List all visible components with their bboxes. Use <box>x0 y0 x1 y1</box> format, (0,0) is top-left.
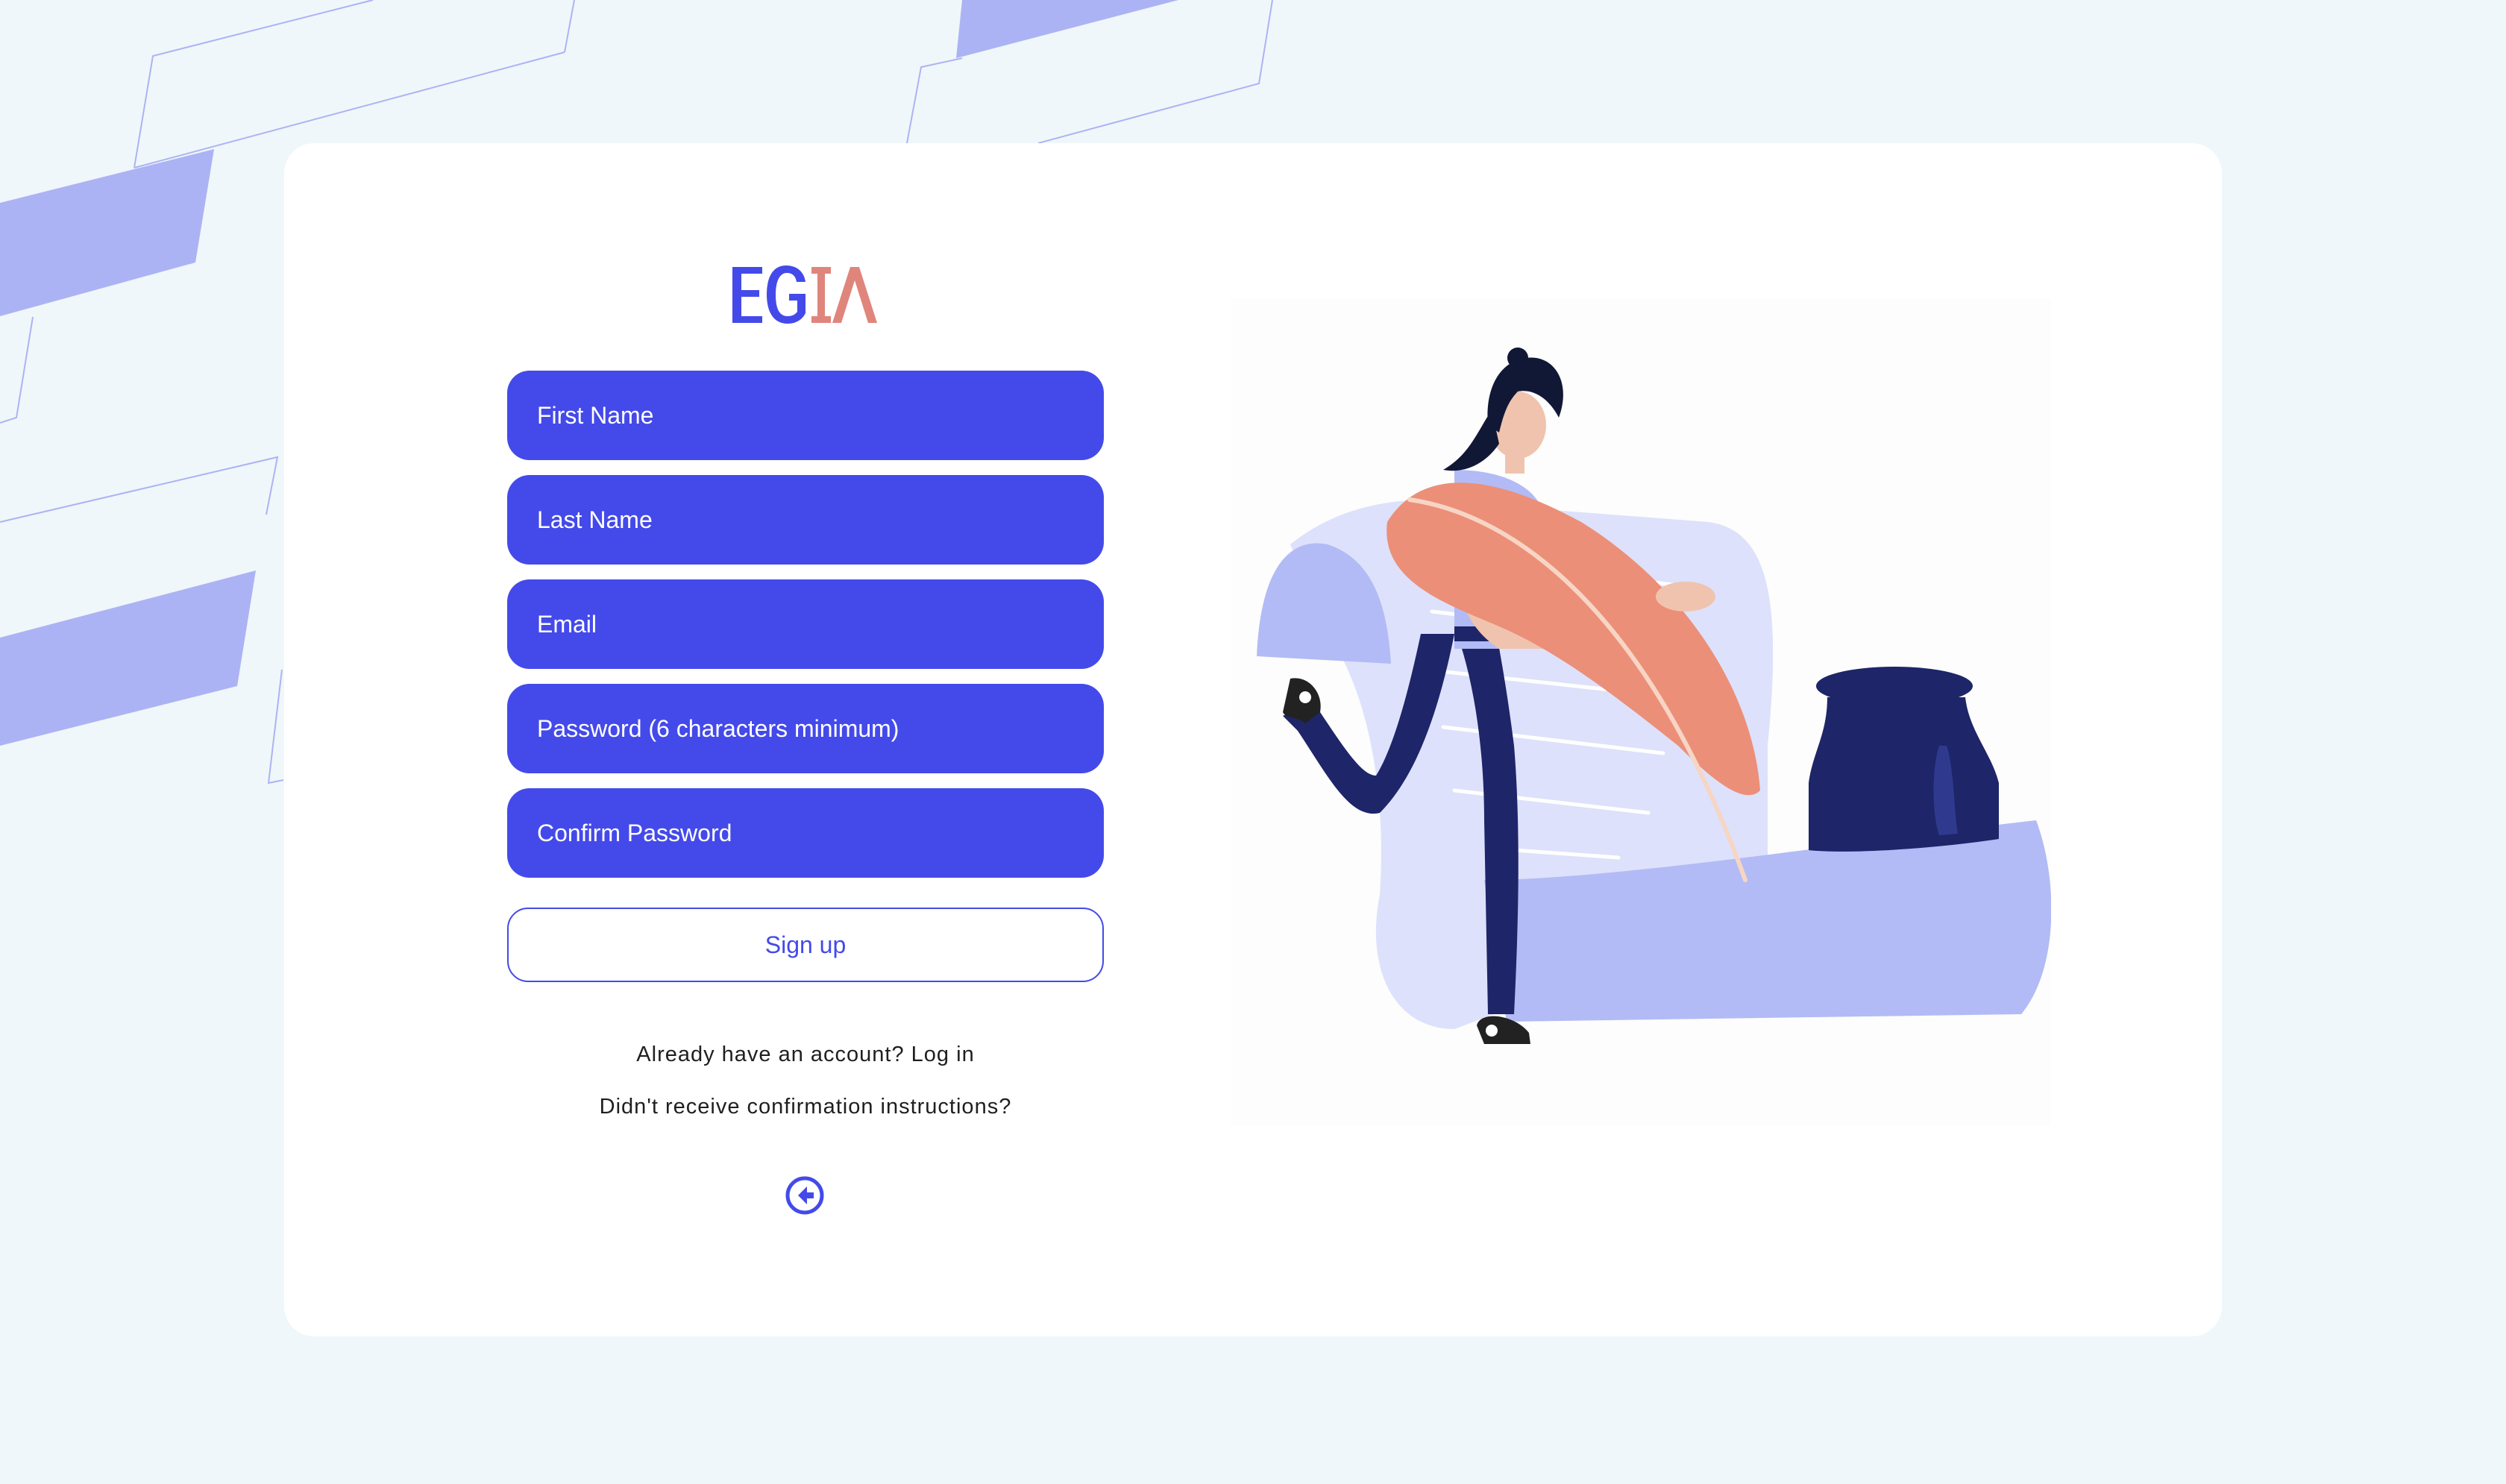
confirm-password-input[interactable] <box>537 819 1074 847</box>
writing-illustration <box>1231 298 2051 1126</box>
password-input[interactable] <box>537 714 1074 743</box>
email-field[interactable] <box>507 579 1104 669</box>
last-name-field[interactable] <box>507 475 1104 565</box>
password-field[interactable] <box>507 684 1104 773</box>
egia-logo <box>732 265 877 324</box>
signup-page: Sign up Already have an account? Log in … <box>0 0 2506 1484</box>
confirm-password-field[interactable] <box>507 788 1104 878</box>
login-link[interactable]: Already have an account? Log in <box>507 1043 1104 1067</box>
arrow-left-circle-icon[interactable] <box>785 1175 825 1216</box>
first-name-input[interactable] <box>537 401 1074 430</box>
first-name-field[interactable] <box>507 371 1104 460</box>
email-input[interactable] <box>537 610 1074 638</box>
confirmation-instructions-link[interactable]: Didn't receive confirmation instructions… <box>507 1095 1104 1119</box>
last-name-input[interactable] <box>537 506 1074 534</box>
sign-up-button[interactable]: Sign up <box>507 908 1104 982</box>
